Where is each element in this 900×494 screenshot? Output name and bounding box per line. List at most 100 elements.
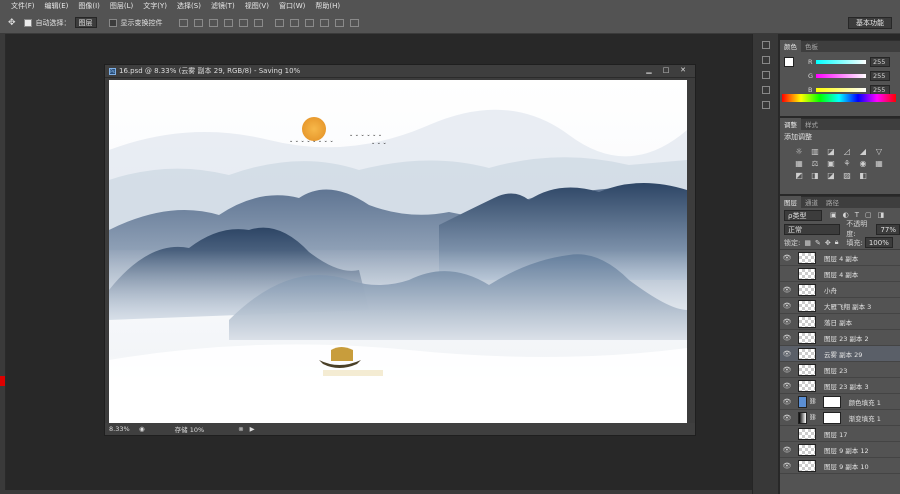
channel-slider[interactable] (816, 88, 866, 92)
color-spectrum[interactable] (782, 94, 896, 102)
adjustment-icon[interactable]: ◉ (856, 159, 870, 168)
align-top-icon[interactable] (178, 18, 188, 27)
visibility-eye-icon[interactable]: 👁︎ (780, 398, 794, 406)
lock-paint-icon[interactable]: ✎ (815, 239, 821, 247)
adjustment-icon[interactable]: ▽ (872, 147, 886, 156)
progress-cancel-icon[interactable]: ⊗ (238, 425, 243, 433)
panel-tab-adjtabs-1[interactable]: 样式 (801, 118, 822, 130)
foreground-background-swatches[interactable] (784, 57, 798, 71)
filter-smart-icon[interactable]: ◨ (878, 211, 885, 219)
character-icon[interactable] (762, 71, 770, 79)
layer-row[interactable]: 👁︎ 图层 23 (780, 362, 900, 378)
visibility-eye-icon[interactable]: 👁︎ (780, 430, 794, 438)
adjustment-icon[interactable]: ▨ (840, 171, 854, 180)
layer-row[interactable]: 👁︎ 图层 17 (780, 426, 900, 442)
panel-tab-colortabs-1[interactable]: 色板 (801, 40, 822, 52)
panel-tab-layertabs-2[interactable]: 路径 (822, 196, 843, 208)
move-tool-icon[interactable]: ✥ (8, 18, 16, 28)
foreground-color-swatch[interactable] (0, 376, 5, 386)
visibility-eye-icon[interactable]: 👁︎ (780, 286, 794, 294)
align-right-icon[interactable] (253, 18, 263, 27)
adjustment-icon[interactable]: ▥ (808, 147, 822, 156)
visibility-eye-icon[interactable]: 👁︎ (780, 318, 794, 326)
adjustment-icon[interactable]: ◩ (792, 171, 806, 180)
layer-row[interactable]: 👁︎ ⛓ 颜色填充 1 (780, 394, 900, 410)
layer-row[interactable]: 👁︎ 图层 9 副本 10 (780, 458, 900, 474)
adjustment-icon[interactable]: ▦ (872, 159, 886, 168)
panel-tab-layertabs-0[interactable]: 图层 (780, 196, 801, 208)
panel-tab-colortabs-0[interactable]: 颜色 (780, 40, 801, 52)
properties-icon[interactable] (762, 56, 770, 64)
layer-row[interactable]: 👁︎ 云雾 副本 29 (780, 346, 900, 362)
document-title-bar[interactable]: Ps 16.psd @ 8.33% (云雾 副本 29, RGB/8) - Sa… (105, 65, 695, 78)
distribute-right-icon[interactable] (349, 18, 359, 27)
distribute-bottom-icon[interactable] (304, 18, 314, 27)
show-transform-checkbox[interactable] (108, 18, 117, 27)
layer-row[interactable]: 👁︎ 图层 23 副本 3 (780, 378, 900, 394)
visibility-eye-icon[interactable]: 👁︎ (780, 382, 794, 390)
brush-icon[interactable] (762, 101, 770, 109)
zoom-level[interactable]: 8.33% (109, 425, 139, 433)
visibility-eye-icon[interactable]: 👁︎ (780, 270, 794, 278)
filter-pixel-icon[interactable]: ▣ (830, 211, 837, 219)
adjustment-icon[interactable]: ⚘ (840, 159, 854, 168)
filter-shape-icon[interactable]: ▢ (865, 211, 872, 219)
visibility-eye-icon[interactable]: 👁︎ (780, 446, 794, 454)
opacity-input[interactable]: 77% (876, 223, 900, 235)
auto-select-dropdown[interactable]: 图层 (74, 17, 97, 28)
blend-mode-dropdown[interactable]: 正常 (784, 223, 841, 235)
adjustment-icon[interactable]: ◧ (856, 171, 870, 180)
layer-mask-thumb[interactable] (822, 395, 841, 408)
menu-item-3[interactable]: 图层(L) (110, 1, 133, 11)
status-menu-icon[interactable]: ▶ (250, 425, 255, 433)
visibility-eye-icon[interactable]: 👁︎ (780, 350, 794, 358)
visibility-eye-icon[interactable]: 👁︎ (780, 254, 794, 262)
history-icon[interactable] (762, 41, 770, 49)
adjustment-icon[interactable]: ◪ (824, 171, 838, 180)
visibility-eye-icon[interactable]: 👁︎ (780, 462, 794, 470)
panel-tab-layertabs-1[interactable]: 通道 (801, 196, 822, 208)
visibility-eye-icon[interactable]: 👁︎ (780, 334, 794, 342)
channel-slider[interactable] (816, 60, 866, 64)
paragraph-icon[interactable] (762, 86, 770, 94)
layer-row[interactable]: 👁︎ 大雁飞翔 副本 3 (780, 298, 900, 314)
close-icon[interactable]: ✕ (675, 66, 691, 76)
align-bottom-icon[interactable] (208, 18, 218, 27)
layer-row[interactable]: 👁︎ 图层 4 副本 (780, 266, 900, 282)
distribute-vcenter-icon[interactable] (289, 18, 299, 27)
layer-row[interactable]: 👁︎ 图层 9 副本 12 (780, 442, 900, 458)
adjustment-icon[interactable]: ◿ (840, 147, 854, 156)
adjustment-icon[interactable]: ▦ (792, 159, 806, 168)
layer-filter-dropdown[interactable]: ρ类型 (784, 209, 822, 221)
restore-icon[interactable]: □ (658, 66, 674, 76)
filter-adjust-icon[interactable]: ◐ (843, 211, 849, 219)
lock-all-icon[interactable]: 🔒︎ (835, 238, 839, 247)
adjustment-icon[interactable]: ⚖ (808, 159, 822, 168)
visibility-eye-icon[interactable]: 👁︎ (780, 302, 794, 310)
layer-row[interactable]: 👁︎ 落日 副本 (780, 314, 900, 330)
distribute-top-icon[interactable] (274, 18, 284, 27)
status-info-icon[interactable]: ◉ (139, 425, 145, 433)
canvas-image[interactable]: ⌄ ⌄ ⌄ ⌄ ⌄ ⌄ ⌄ ⌄ ⌄ ⌄ ⌄ ⌄ ⌄ ⌄ ⌄ ⌄ ⌄ (109, 80, 687, 424)
menu-item-1[interactable]: 编辑(E) (45, 1, 69, 11)
workspace-button[interactable]: 基本功能 (848, 17, 892, 29)
layer-mask-thumb[interactable] (822, 411, 841, 424)
adjustment-icon[interactable]: ◪ (824, 147, 838, 156)
channel-slider[interactable] (816, 74, 866, 78)
menu-item-0[interactable]: 文件(F) (11, 1, 35, 11)
align-left-icon[interactable] (223, 18, 233, 27)
adjustment-icon[interactable]: ☼ (792, 147, 806, 156)
menu-item-2[interactable]: 图像(I) (78, 1, 100, 11)
adjustment-icon[interactable] (872, 171, 886, 180)
distribute-hcenter-icon[interactable] (334, 18, 344, 27)
tools-panel[interactable] (0, 34, 6, 490)
adjustment-icon[interactable]: ▣ (824, 159, 838, 168)
lock-move-icon[interactable]: ✥ (825, 239, 831, 247)
adjustment-icon[interactable]: ◢ (856, 147, 870, 156)
menu-item-7[interactable]: 视图(V) (245, 1, 269, 11)
menu-item-5[interactable]: 选择(S) (177, 1, 201, 11)
align-hcenter-icon[interactable] (238, 18, 248, 27)
layer-row[interactable]: 👁︎ 小舟 (780, 282, 900, 298)
visibility-eye-icon[interactable]: 👁︎ (780, 366, 794, 374)
minimize-icon[interactable]: ▁ (641, 66, 657, 76)
